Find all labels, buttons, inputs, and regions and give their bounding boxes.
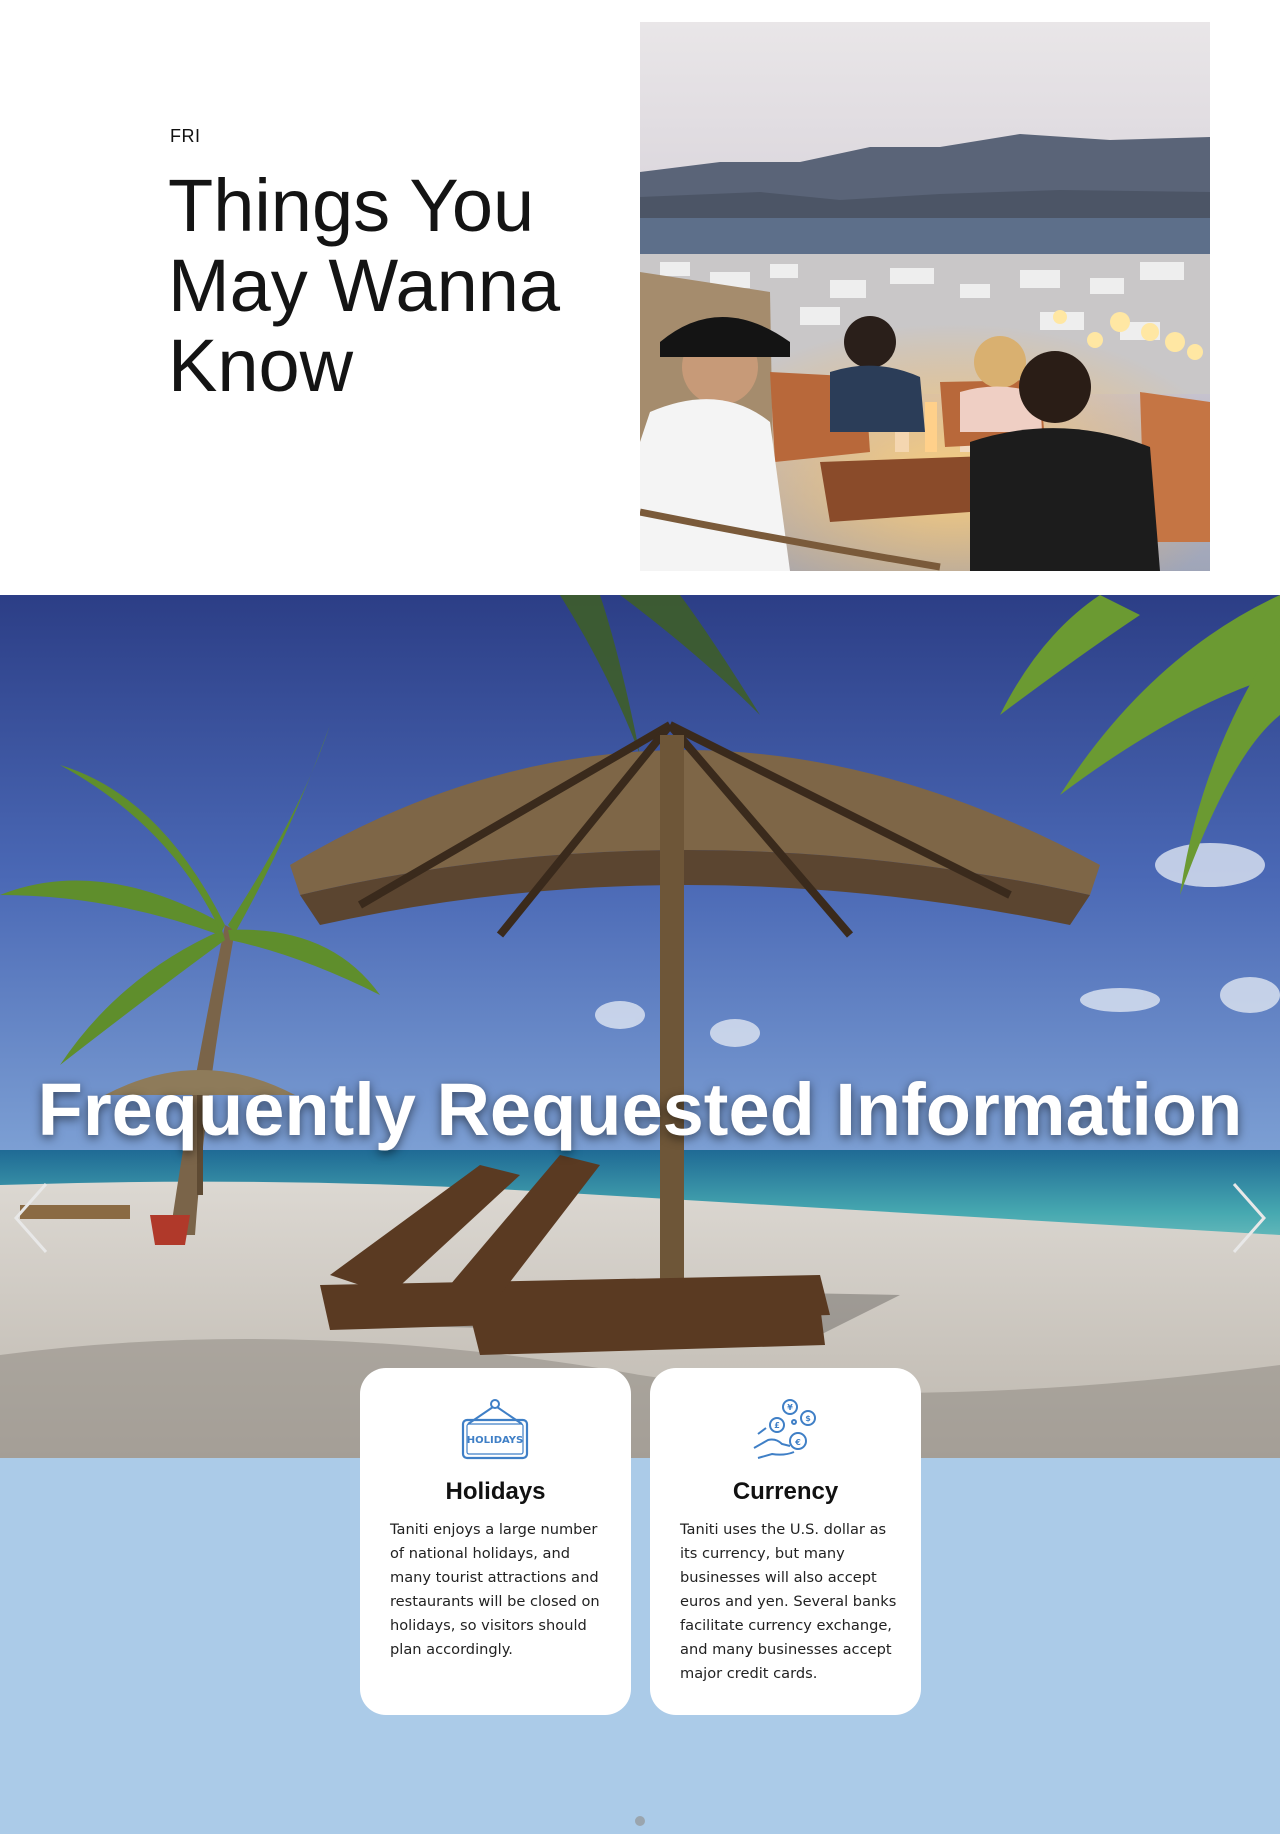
carousel-prev-button[interactable]: [12, 1180, 52, 1256]
card-title: Holidays: [445, 1478, 546, 1505]
hero-title: Frequently Requested Information: [37, 1068, 1243, 1151]
svg-text:$: $: [805, 1414, 811, 1423]
chevron-left-icon: [13, 1183, 48, 1253]
hero-banner: Frequently Requested Information: [0, 595, 1280, 1458]
chevron-right-icon: [1232, 1183, 1267, 1253]
terrace-dining-photo: [640, 22, 1210, 571]
card-description: Taniti enjoys a large number of national…: [390, 1521, 600, 1658]
currency-hand-icon: ¥ $ £ €: [753, 1399, 816, 1459]
card-description: Taniti uses the U.S. dollar as its curre…: [680, 1521, 897, 1682]
intro-section: FRI Things You May Wanna Know: [0, 0, 1280, 595]
info-background: [0, 1458, 1280, 1834]
page-headline: Things You May Wanna Know: [168, 164, 561, 407]
svg-text:HOLIDAYS: HOLIDAYS: [467, 1435, 524, 1446]
svg-text:£: £: [774, 1421, 780, 1430]
svg-text:¥: ¥: [787, 1403, 793, 1412]
info-card-holidays: HOLIDAYS Holidays Taniti enjoys a large …: [360, 1368, 631, 1715]
info-card-currency: ¥ $ £ € Currency Taniti uses the U.S. do…: [650, 1368, 921, 1715]
holidays-sign-icon: HOLIDAYS: [461, 1399, 529, 1460]
beach-umbrella-photo: [0, 595, 1280, 1458]
card-title: Currency: [732, 1478, 839, 1505]
carousel-next-button[interactable]: [1228, 1180, 1268, 1256]
eyebrow-label: FRI: [170, 126, 201, 146]
svg-text:€: €: [794, 1438, 801, 1447]
carousel-dot[interactable]: [635, 1816, 645, 1826]
